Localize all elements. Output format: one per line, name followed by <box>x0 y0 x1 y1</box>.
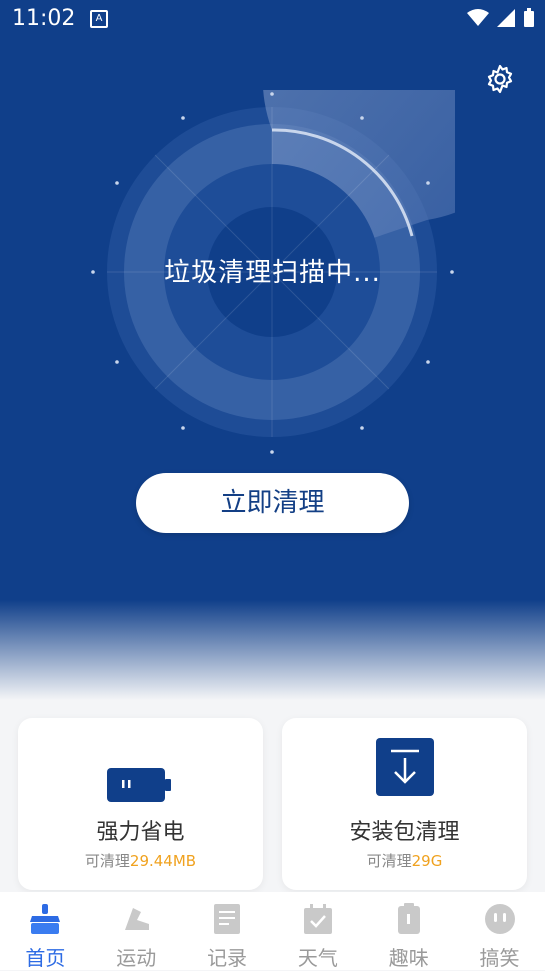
nav-item-weather[interactable]: 天气 <box>272 892 363 970</box>
card-subtitle: 可清理29G <box>282 850 527 871</box>
card-title: 安装包清理 <box>349 820 460 845</box>
power-saving-card[interactable]: 强力省电 可清理29.44MB <box>18 718 263 890</box>
nav-item-record[interactable]: 记录 <box>182 892 273 970</box>
card-title: 强力省电 <box>96 820 185 845</box>
nav-label: 记录 <box>207 946 248 970</box>
card-subtitle: 可清理29.44MB <box>18 850 263 871</box>
shoe-icon <box>125 908 150 930</box>
nav-item-sport[interactable]: 运动 <box>91 892 182 970</box>
card-sub-prefix: 可清理 <box>84 852 130 870</box>
bottom-nav: 首页 运动 记录 天气 趣味 搞笑 <box>0 892 545 970</box>
package-cleanup-card[interactable]: 安装包清理 可清理29G <box>282 718 527 890</box>
gear-icon[interactable] <box>484 63 516 95</box>
wifi-icon <box>467 9 489 26</box>
face-icon <box>484 904 515 934</box>
battery-status-icon <box>524 8 534 27</box>
card-sub-value: 29.44MB <box>129 852 197 870</box>
status-bar: 11:02 A <box>0 0 545 38</box>
download-icon <box>282 738 527 796</box>
broom-icon <box>30 904 61 934</box>
app-notification-icon: A <box>90 10 108 28</box>
nav-label: 运动 <box>116 946 157 970</box>
nav-item-funny[interactable]: 搞笑 <box>454 892 545 970</box>
scan-status-text: 垃圾清理扫描中... <box>164 258 381 288</box>
status-icons <box>467 8 535 28</box>
status-time: 11:02 <box>12 6 76 31</box>
nav-item-home[interactable]: 首页 <box>0 892 91 970</box>
card-sub-prefix: 可清理 <box>366 852 412 870</box>
card-sub-value: 29G <box>411 852 443 870</box>
nav-item-fun[interactable]: 趣味 <box>363 892 454 970</box>
clipboard-icon <box>397 903 420 934</box>
nav-label: 天气 <box>297 946 338 970</box>
battery-icon <box>18 766 263 804</box>
document-icon <box>214 904 241 934</box>
nav-label: 趣味 <box>388 946 429 970</box>
calendar-check-icon <box>303 904 332 934</box>
signal-icon <box>497 9 515 27</box>
nav-label: 搞笑 <box>479 946 520 970</box>
clean-now-button[interactable]: 立即清理 <box>136 473 409 533</box>
nav-label: 首页 <box>25 946 66 970</box>
